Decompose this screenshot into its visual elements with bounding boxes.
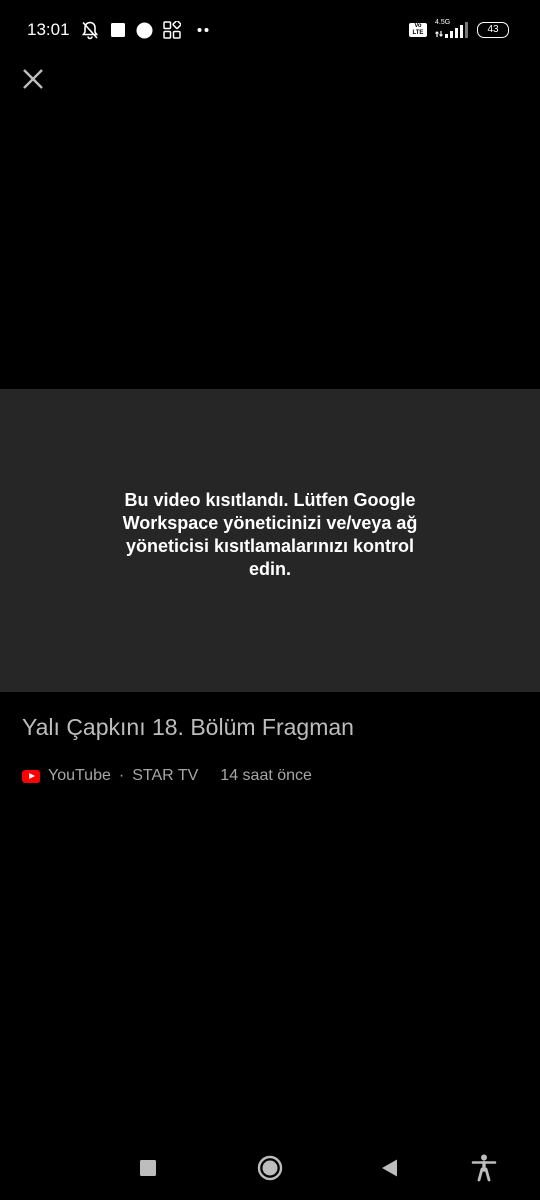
accessibility-icon — [471, 1154, 497, 1182]
volte-icon: Vo LTE — [409, 23, 427, 37]
status-bar: 13:01 Vo LTE 4.5G 43 — [0, 0, 540, 60]
source-label[interactable]: YouTube — [48, 767, 111, 785]
home-button[interactable] — [256, 1154, 284, 1182]
video-meta: YouTube · STAR TV 14 saat önce — [22, 766, 312, 786]
restricted-message: Bu video kısıtlandı. Lütfen Google Works… — [122, 489, 418, 579]
navigation-bar — [0, 1140, 540, 1195]
more-dots-icon — [197, 27, 209, 33]
channel-name[interactable]: STAR TV — [132, 767, 198, 785]
signal-icon: 4.5G — [435, 19, 469, 39]
recents-button[interactable] — [134, 1154, 162, 1182]
youtube-logo-icon — [22, 769, 40, 783]
home-circle-icon — [257, 1155, 283, 1181]
status-left: 13:01 — [27, 18, 209, 42]
battery-icon: 43 — [477, 22, 509, 38]
video-title: Yalı Çapkını 18. Bölüm Fragman — [22, 714, 354, 740]
meta-separator: · — [118, 767, 125, 784]
accessibility-button[interactable] — [470, 1154, 498, 1182]
clock: 13:01 — [27, 20, 70, 39]
grid-notification-icon — [162, 21, 181, 39]
upload-time: 14 saat önce — [220, 767, 312, 784]
recents-square-icon — [140, 1160, 156, 1176]
close-icon — [23, 69, 43, 89]
close-button[interactable] — [20, 66, 46, 92]
back-button[interactable] — [376, 1154, 404, 1182]
square-notification-icon — [110, 22, 126, 38]
screen: 13:01 Vo LTE 4.5G 43 Bu video kısıtlandı… — [0, 0, 540, 1200]
video-player-restricted-panel[interactable]: Bu video kısıtlandı. Lütfen Google Works… — [0, 389, 540, 692]
status-right: Vo LTE 4.5G 43 — [409, 19, 509, 40]
circle-notification-icon — [136, 22, 153, 39]
bell-off-icon — [80, 20, 100, 40]
back-triangle-icon — [382, 1159, 397, 1177]
